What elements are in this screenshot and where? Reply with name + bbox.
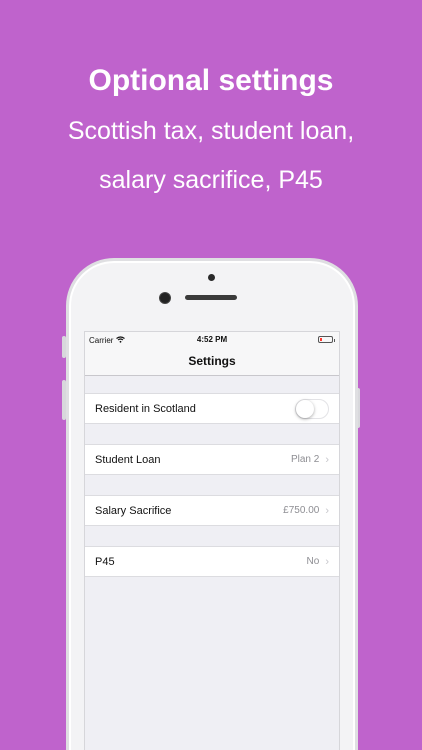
p45-label: P45 <box>95 555 115 568</box>
student-loan-row[interactable]: Student Loan Plan 2 › <box>85 444 339 475</box>
status-time: 4:52 PM <box>196 335 228 344</box>
proximity-sensor <box>208 274 215 281</box>
phone-screen: Carrier 4:52 PM Settings Resident in Sco… <box>84 331 340 750</box>
toggle-knob <box>296 399 314 418</box>
chevron-right-icon: › <box>325 504 329 517</box>
front-camera <box>160 293 170 303</box>
promo-headline: Optional settings <box>88 64 334 97</box>
student-loan-label: Student Loan <box>95 453 161 466</box>
earpiece-speaker <box>185 295 237 300</box>
navigation-bar: Carrier 4:52 PM Settings <box>85 332 339 376</box>
chevron-right-icon: › <box>325 555 329 568</box>
battery-low-icon <box>318 336 335 343</box>
promo-subtitle-line2: salary sacrifice, P45 <box>99 166 323 194</box>
student-loan-value: Plan 2 <box>290 454 320 465</box>
chevron-right-icon: › <box>325 453 329 466</box>
p45-row[interactable]: P45 No › <box>85 546 339 577</box>
p45-value: No <box>306 556 320 567</box>
resident-scotland-row: Resident in Scotland <box>85 393 339 424</box>
page-title: Settings <box>188 354 236 368</box>
resident-scotland-label: Resident in Scotland <box>95 402 196 415</box>
salary-sacrifice-row[interactable]: Salary Sacrifice £750.00 › <box>85 495 339 526</box>
resident-scotland-toggle[interactable] <box>295 398 329 419</box>
salary-sacrifice-label: Salary Sacrifice <box>95 504 172 517</box>
promo-subtitle-line1: Scottish tax, student loan, <box>67 117 355 145</box>
salary-sacrifice-value: £750.00 <box>283 505 320 516</box>
